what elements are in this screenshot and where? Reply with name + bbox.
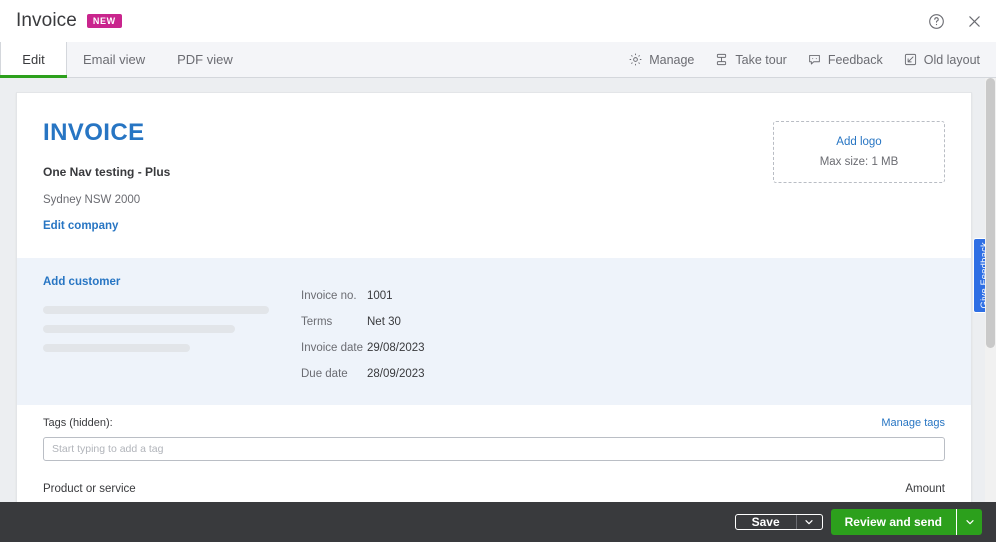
save-split-button[interactable]: Save: [734, 514, 823, 530]
tags-label: Tags (hidden):: [43, 417, 113, 429]
chevron-down-icon: [964, 516, 976, 528]
review-and-send-split-button[interactable]: Review and send: [830, 509, 982, 535]
column-header-amount: Amount: [905, 482, 945, 495]
window-title-bar: Invoice NEW: [0, 0, 996, 42]
add-logo-dropzone[interactable]: Add logo Max size: 1 MB: [773, 121, 945, 183]
scrollbar-thumb[interactable]: [986, 78, 995, 348]
skeleton-bar: [43, 325, 235, 333]
add-customer-link[interactable]: Add customer: [43, 276, 945, 288]
invoice-canvas: INVOICE One Nav testing - Plus Sydney NS…: [0, 78, 996, 502]
invoice-meta-fields: Invoice no. 1001 Terms Net 30 Invoice da…: [301, 290, 425, 380]
skeleton-bar: [43, 306, 269, 314]
invoice-no-value[interactable]: 1001: [367, 290, 425, 302]
invoice-no-label: Invoice no.: [301, 290, 357, 302]
take-tour-button-label: Take tour: [735, 52, 787, 67]
column-header-product: Product or service: [43, 482, 136, 495]
tags-section: Tags (hidden): Manage tags: [17, 405, 971, 461]
manage-button-label: Manage: [649, 52, 695, 67]
feedback-button-label: Feedback: [827, 52, 883, 67]
vertical-scrollbar[interactable]: [985, 78, 996, 502]
tab-pdf-view-label: PDF view: [177, 52, 233, 67]
terms-value[interactable]: Net 30: [367, 316, 425, 328]
tags-header-row: Tags (hidden): Manage tags: [43, 417, 945, 429]
customer-placeholder-skeleton: [43, 306, 945, 352]
invoice-editor-window: Invoice NEW Edit Email view PDF view Man…: [0, 0, 996, 542]
tab-pdf-view[interactable]: PDF view: [161, 42, 249, 77]
company-address: Sydney NSW 2000: [43, 194, 141, 206]
tab-edit[interactable]: Edit: [0, 42, 67, 78]
manage-button[interactable]: Manage: [620, 48, 702, 71]
tour-icon: [714, 52, 729, 67]
save-dropdown-toggle[interactable]: [795, 515, 822, 529]
close-icon[interactable]: [962, 9, 986, 33]
line-items-table: Product or service Amount 1. Product or …: [17, 473, 971, 502]
window-controls: [924, 0, 986, 42]
terms-label: Terms: [301, 316, 333, 328]
invoice-document: INVOICE One Nav testing - Plus Sydney NS…: [16, 92, 972, 502]
due-date-value[interactable]: 28/09/2023: [367, 368, 425, 380]
review-dropdown-toggle[interactable]: [956, 509, 982, 535]
customer-section: Add customer Invoice no. 1001 Terms Net …: [17, 258, 971, 405]
page-title: Invoice: [16, 10, 77, 31]
old-layout-button-label: Old layout: [923, 52, 980, 67]
comment-icon: [807, 52, 822, 67]
chevron-down-icon: [803, 516, 815, 528]
toolbar-actions: Manage Take tour Feedback Old layout: [620, 42, 988, 77]
collapse-arrow-icon: [903, 52, 918, 67]
tab-email-view[interactable]: Email view: [67, 42, 161, 77]
add-logo-label: Add logo: [836, 136, 882, 148]
bottom-action-bar: Save Review and send: [0, 502, 996, 542]
save-button[interactable]: Save: [736, 515, 796, 529]
tab-email-view-label: Email view: [83, 52, 146, 67]
review-and-send-button[interactable]: Review and send: [831, 509, 956, 535]
invoice-date-label: Invoice date: [301, 342, 364, 354]
old-layout-button[interactable]: Old layout: [895, 48, 988, 71]
skeleton-bar: [43, 344, 190, 352]
edit-company-link[interactable]: Edit company: [43, 220, 945, 232]
tag-input[interactable]: [43, 437, 945, 461]
invoice-date-value[interactable]: 29/08/2023: [367, 342, 425, 354]
manage-tags-link[interactable]: Manage tags: [881, 417, 945, 429]
tab-edit-label: Edit: [22, 52, 45, 67]
feedback-button[interactable]: Feedback: [799, 48, 891, 71]
logo-max-size-label: Max size: 1 MB: [819, 156, 899, 168]
invoice-header: INVOICE One Nav testing - Plus Sydney NS…: [17, 93, 971, 258]
take-tour-button[interactable]: Take tour: [706, 48, 794, 71]
due-date-label: Due date: [301, 368, 348, 380]
view-tab-bar: Edit Email view PDF view Manage Take tou…: [0, 42, 996, 78]
line-items-header-row: Product or service Amount: [43, 473, 945, 502]
help-circle-icon[interactable]: [924, 9, 948, 33]
new-badge: NEW: [86, 14, 122, 28]
gear-icon: [628, 52, 643, 67]
